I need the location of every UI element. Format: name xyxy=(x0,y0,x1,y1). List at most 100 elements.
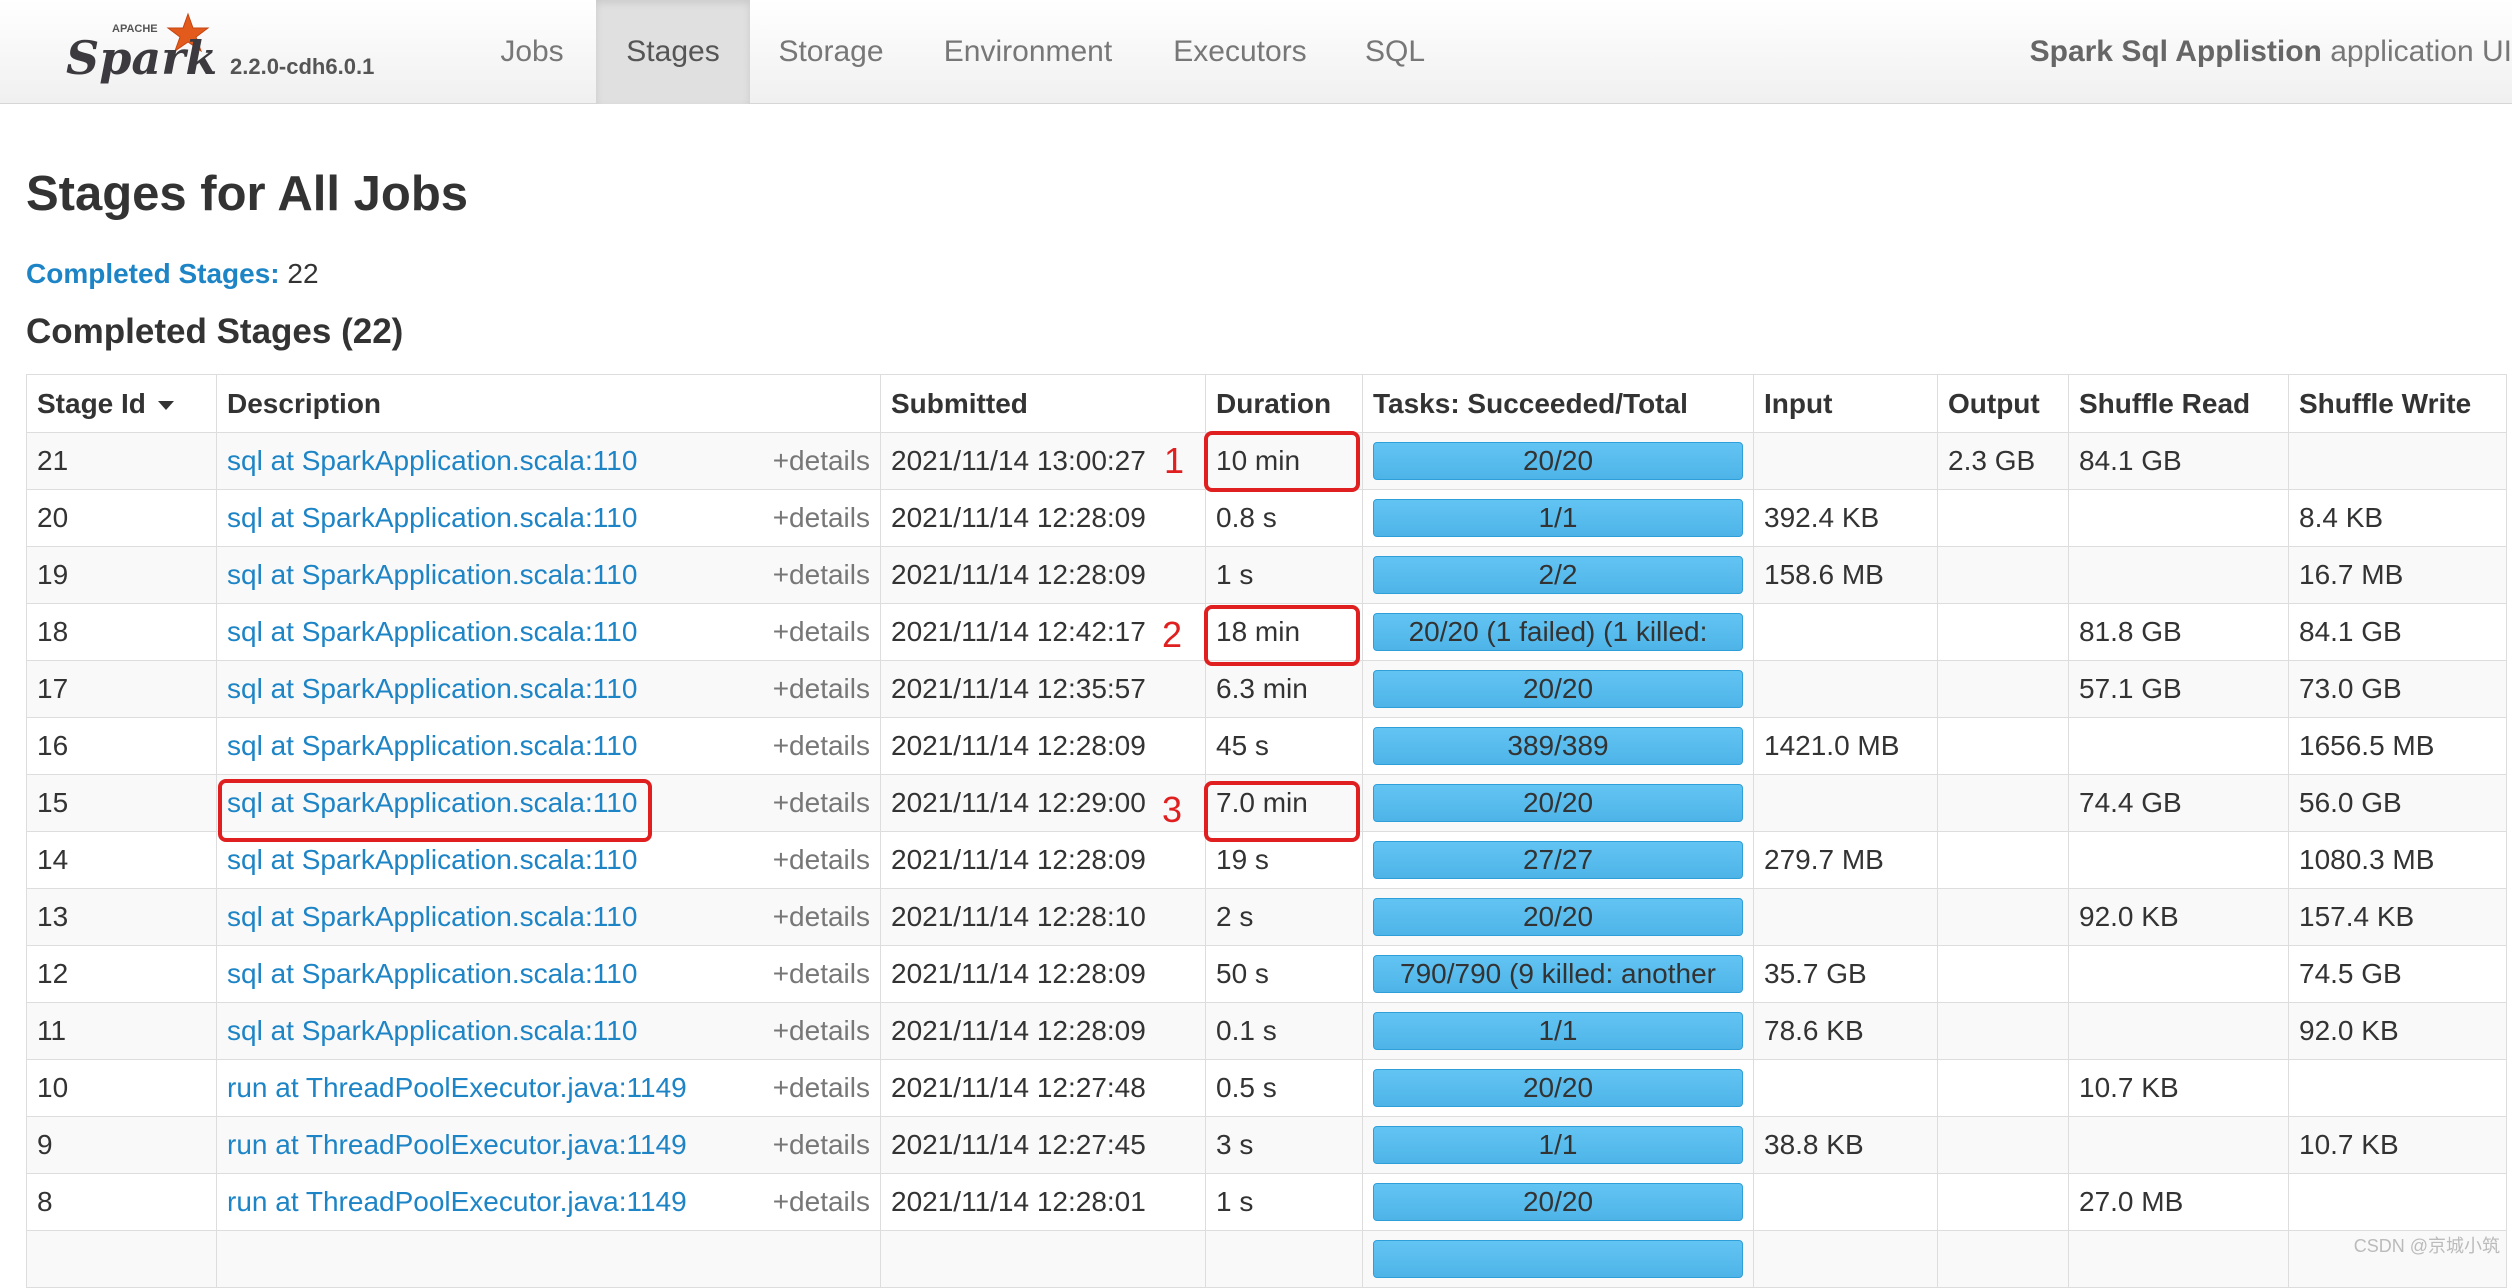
tab-jobs[interactable]: Jobs xyxy=(470,0,594,104)
tab-environment[interactable]: Environment xyxy=(912,0,1144,104)
tasks-cell: 20/20 (1 failed) (1 killed: xyxy=(1362,603,1754,661)
header-duration[interactable]: Duration xyxy=(1205,374,1363,433)
submitted-time: 2021/11/14 13:00:27 xyxy=(880,432,1206,490)
details-toggle[interactable]: +details xyxy=(773,1015,870,1047)
details-toggle[interactable]: +details xyxy=(773,901,870,933)
input-size xyxy=(1753,660,1938,718)
completed-stages-link[interactable]: Completed Stages: xyxy=(26,258,280,289)
submitted-time: 2021/11/14 12:28:09 xyxy=(880,717,1206,775)
stage-description-link[interactable]: sql at SparkApplication.scala:110 xyxy=(227,673,637,704)
header-shuffle-write[interactable]: Shuffle Write xyxy=(2288,374,2507,433)
tasks-cell: 27/27 xyxy=(1362,831,1754,889)
duration: 50 s xyxy=(1205,945,1363,1003)
header-output[interactable]: Output xyxy=(1937,374,2069,433)
logo-text: Spark xyxy=(66,31,217,85)
details-toggle[interactable]: +details xyxy=(773,1129,870,1161)
details-toggle[interactable]: +details xyxy=(773,1186,870,1218)
shuffle-read: 57.1 GB xyxy=(2068,660,2289,718)
shuffle-write: 73.0 GB xyxy=(2288,660,2507,718)
tab-stages[interactable]: Stages xyxy=(596,0,750,104)
tasks-progress-bar: 790/790 (9 killed: another xyxy=(1373,955,1743,993)
annotation-number-2: 2 xyxy=(1162,614,1183,655)
details-toggle[interactable]: +details xyxy=(773,616,870,648)
submitted-time: 2021/11/14 12:27:45 xyxy=(880,1116,1206,1174)
tab-storage[interactable]: Storage xyxy=(752,0,910,104)
details-toggle[interactable]: +details xyxy=(773,1072,870,1104)
table-row: 11 sql at SparkApplication.scala:110 +deta… xyxy=(26,1002,2507,1060)
output-size xyxy=(1937,717,2069,775)
submitted-time xyxy=(880,1230,1206,1288)
tasks-cell: 20/20 xyxy=(1362,888,1754,946)
shuffle-read xyxy=(2068,831,2289,889)
duration: 0.1 s xyxy=(1205,1002,1363,1060)
stage-description-link[interactable]: run at ThreadPoolExecutor.java:1149 xyxy=(227,1129,687,1160)
details-toggle[interactable]: +details xyxy=(773,445,870,477)
shuffle-read xyxy=(2068,489,2289,547)
input-size xyxy=(1753,1173,1938,1231)
output-size xyxy=(1937,945,2069,1003)
spark-version: 2.2.0-cdh6.0.1 xyxy=(230,54,375,79)
stage-description-link[interactable]: sql at SparkApplication.scala:110 xyxy=(227,730,637,761)
header-description[interactable]: Description xyxy=(216,374,881,433)
details-toggle[interactable]: +details xyxy=(773,730,870,762)
input-size: 78.6 KB xyxy=(1753,1002,1938,1060)
shuffle-write xyxy=(2288,1173,2507,1231)
header-input[interactable]: Input xyxy=(1753,374,1938,433)
duration xyxy=(1205,1230,1363,1288)
details-toggle[interactable]: +details xyxy=(773,844,870,876)
page-title: Stages for All Jobs xyxy=(26,167,469,221)
stage-description-link[interactable]: sql at SparkApplication.scala:110 xyxy=(227,616,637,647)
tasks-cell: 1/1 xyxy=(1362,1002,1754,1060)
submitted-time: 2021/11/14 12:28:01 xyxy=(880,1173,1206,1231)
app-name: Spark Sql Applistion xyxy=(2029,35,2322,68)
submitted-time: 2021/11/14 12:42:17 xyxy=(880,603,1206,661)
description-cell: sql at SparkApplication.scala:110 +detail… xyxy=(216,945,881,1003)
stage-description-link[interactable]: sql at SparkApplication.scala:110 xyxy=(227,1015,637,1046)
output-size xyxy=(1937,1230,2069,1288)
duration: 3 s xyxy=(1205,1116,1363,1174)
table-row: 10 run at ThreadPoolExecutor.java:1149 +de… xyxy=(26,1059,2507,1117)
tab-sql[interactable]: SQL xyxy=(1336,0,1454,104)
submitted-time: 2021/11/14 12:28:09 xyxy=(880,831,1206,889)
details-toggle[interactable]: +details xyxy=(773,958,870,990)
stage-description-link[interactable]: sql at SparkApplication.scala:110 xyxy=(227,445,637,476)
output-size xyxy=(1937,489,2069,547)
header-shuffle-read[interactable]: Shuffle Read xyxy=(2068,374,2289,433)
shuffle-write: 1080.3 MB xyxy=(2288,831,2507,889)
output-size xyxy=(1937,888,2069,946)
shuffle-write: 157.4 KB xyxy=(2288,888,2507,946)
tasks-cell: 2/2 xyxy=(1362,546,1754,604)
stage-description-link[interactable]: sql at SparkApplication.scala:110 xyxy=(227,958,637,989)
submitted-time: 2021/11/14 12:35:57 xyxy=(880,660,1206,718)
details-toggle[interactable]: +details xyxy=(773,502,870,534)
output-size xyxy=(1937,1173,2069,1231)
stage-description-link[interactable]: run at ThreadPoolExecutor.java:1149 xyxy=(227,1072,687,1103)
stage-description-link[interactable]: sql at SparkApplication.scala:110 xyxy=(227,502,637,533)
description-cell: run at ThreadPoolExecutor.java:1149 +deta… xyxy=(216,1116,881,1174)
tab-executors[interactable]: Executors xyxy=(1146,0,1334,104)
stage-id: 12 xyxy=(26,945,217,1003)
output-size: 2.3 GB xyxy=(1937,432,2069,490)
shuffle-read xyxy=(2068,945,2289,1003)
header-submitted[interactable]: Submitted xyxy=(880,374,1206,433)
shuffle-write: 16.7 MB xyxy=(2288,546,2507,604)
details-toggle[interactable]: +details xyxy=(773,559,870,591)
duration: 6.3 min xyxy=(1205,660,1363,718)
input-size: 158.6 MB xyxy=(1753,546,1938,604)
details-toggle[interactable]: +details xyxy=(773,787,870,819)
tasks-progress-bar: 27/27 xyxy=(1373,841,1743,879)
stage-description-link[interactable]: sql at SparkApplication.scala:110 xyxy=(227,844,637,875)
details-toggle[interactable]: +details xyxy=(773,673,870,705)
stage-description-link[interactable]: sql at SparkApplication.scala:110 xyxy=(227,901,637,932)
stage-id: 18 xyxy=(26,603,217,661)
description-cell: sql at SparkApplication.scala:110 +detail… xyxy=(216,660,881,718)
shuffle-write: 84.1 GB xyxy=(2288,603,2507,661)
tasks-progress-label: 20/20 xyxy=(1522,1186,1594,1217)
stage-description-link[interactable]: sql at SparkApplication.scala:110 xyxy=(227,559,637,590)
stage-description-link[interactable]: run at ThreadPoolExecutor.java:1149 xyxy=(227,1186,687,1217)
spark-logo[interactable]: APACHE Spark xyxy=(60,6,230,86)
duration: 1 s xyxy=(1205,546,1363,604)
table-row xyxy=(26,1230,2507,1288)
header-tasks[interactable]: Tasks: Succeeded/Total xyxy=(1362,374,1754,433)
header-stage-id[interactable]: Stage Id xyxy=(26,374,217,433)
